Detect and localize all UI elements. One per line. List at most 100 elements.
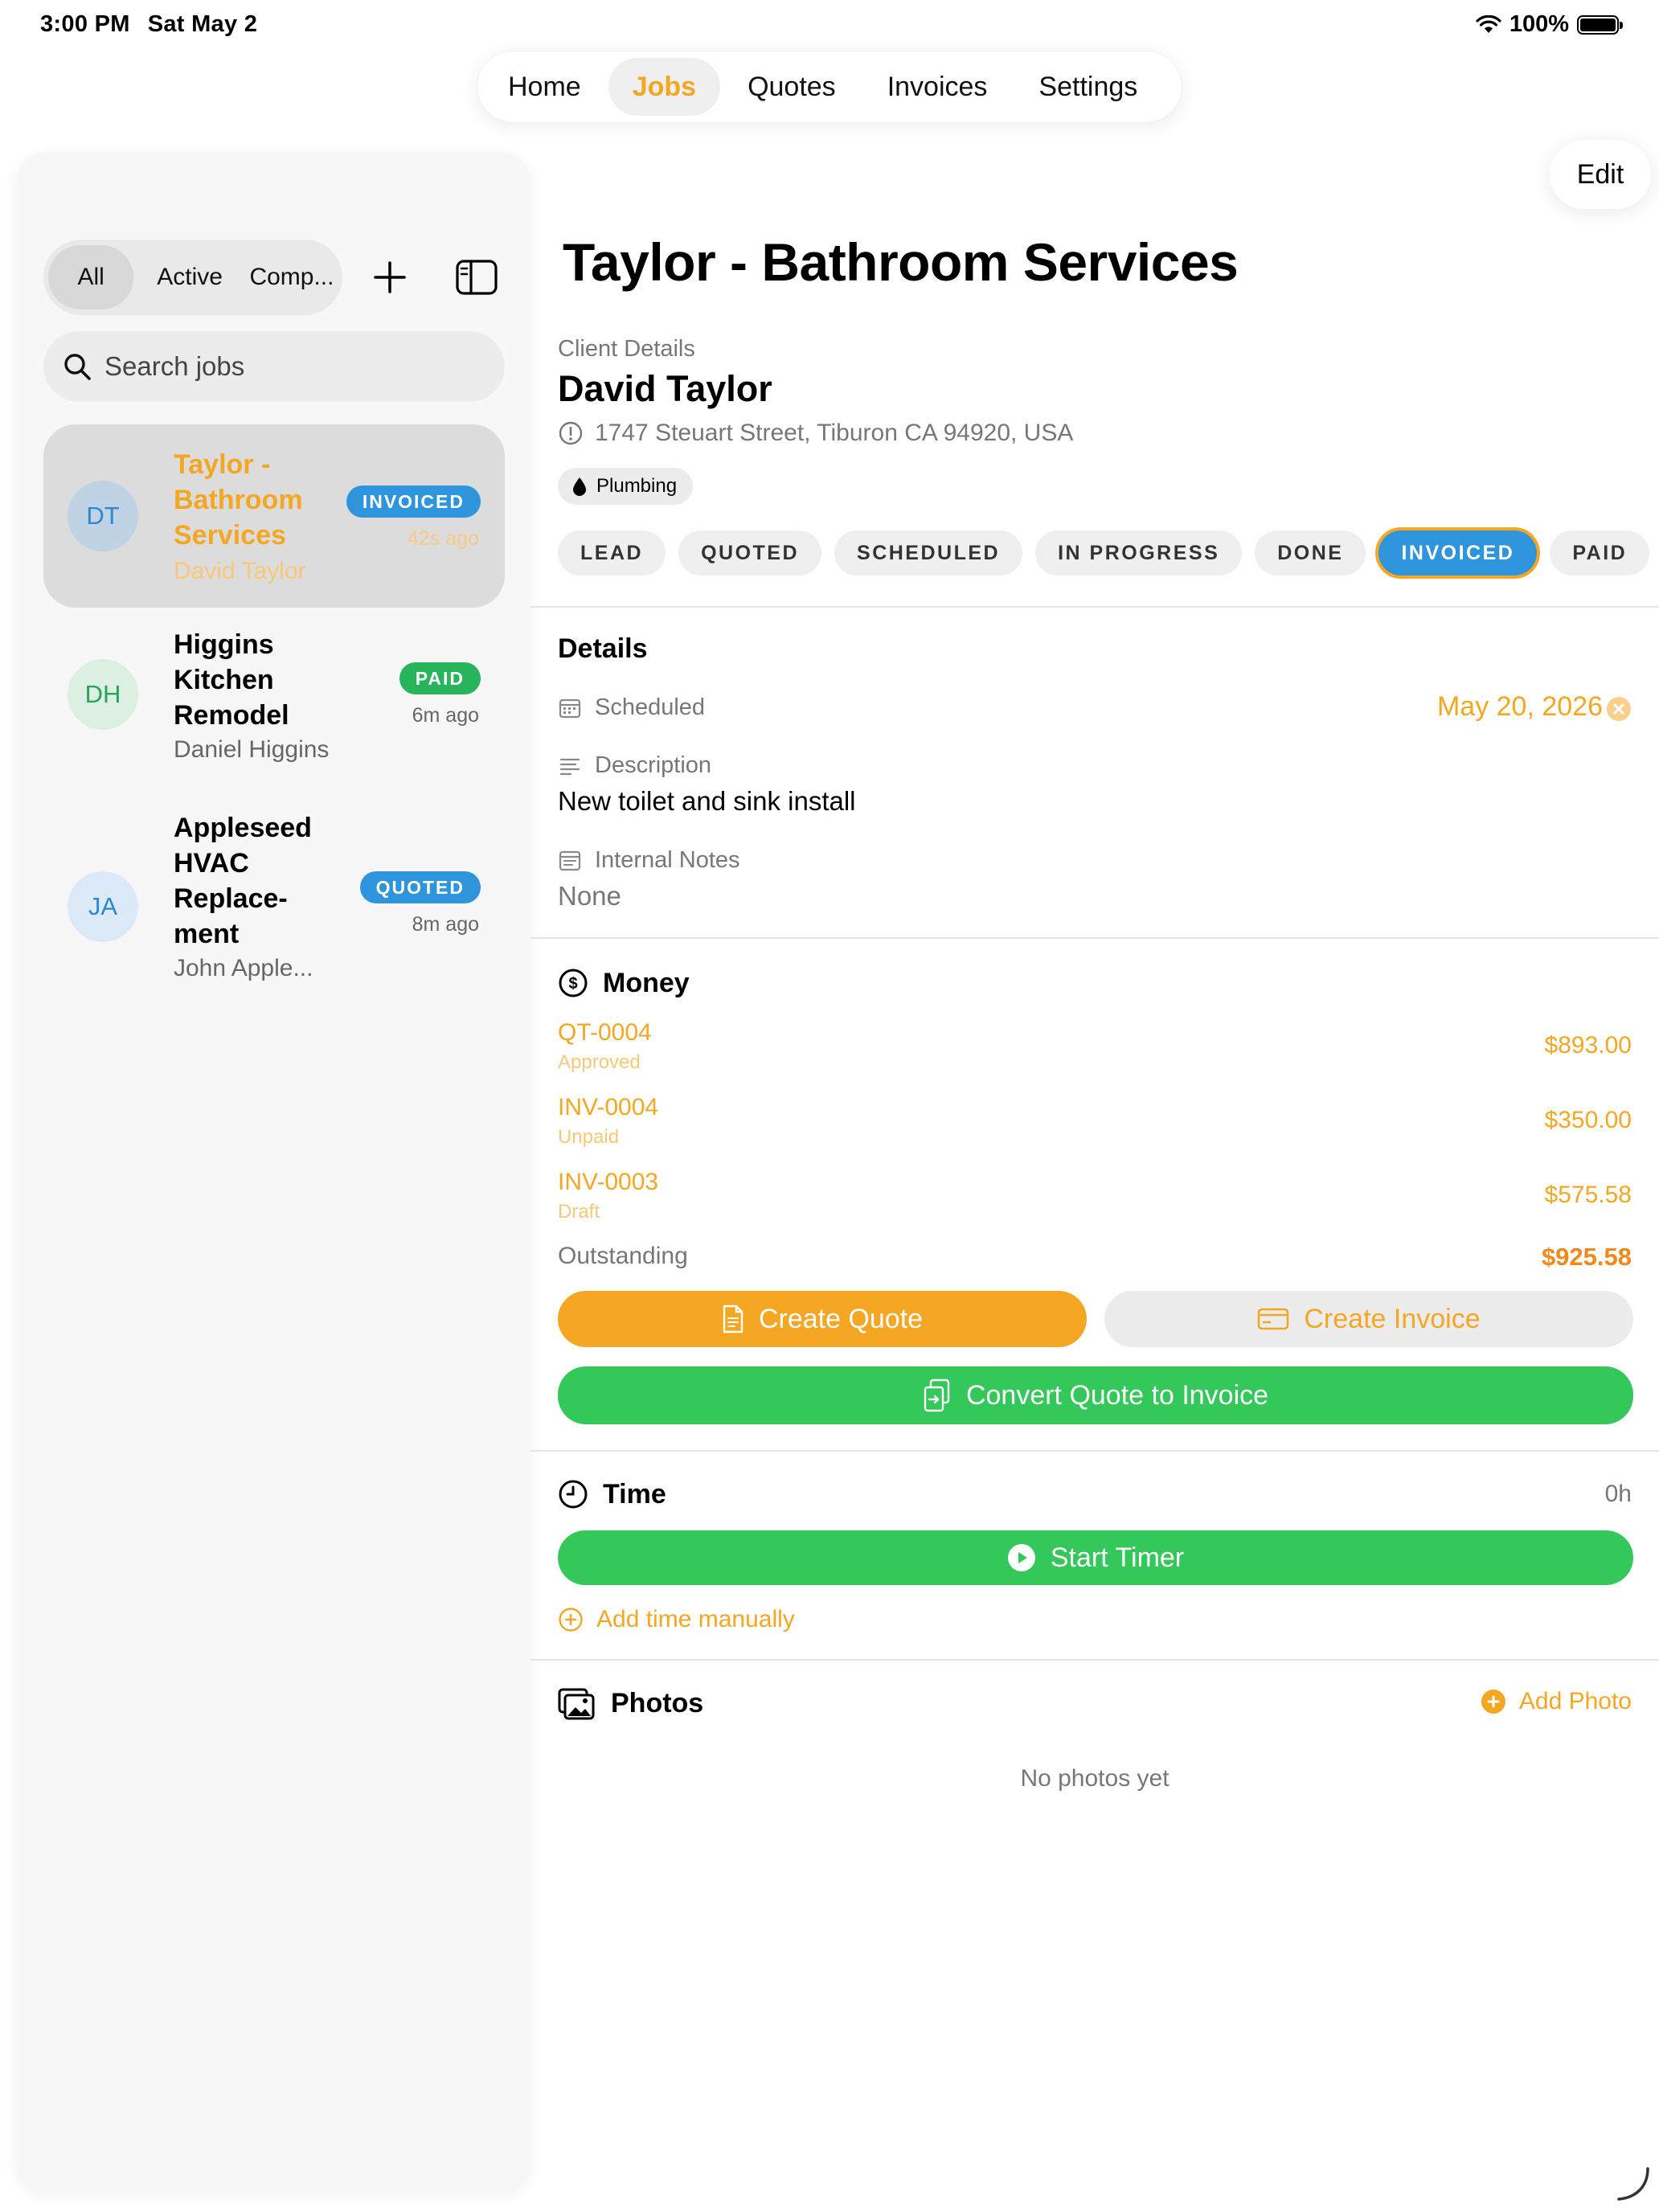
status-bar-time: 3:00 PM Sat May 2 bbox=[40, 11, 257, 38]
clock-icon bbox=[559, 1480, 588, 1509]
plus-circle-filled-icon bbox=[1481, 1690, 1505, 1714]
job-client: John Apple... bbox=[174, 955, 313, 981]
dollar-circle-icon: $ bbox=[559, 969, 588, 997]
plus-icon[interactable] bbox=[368, 256, 412, 299]
job-client: Daniel Higgins bbox=[174, 736, 330, 763]
calendar-icon bbox=[559, 698, 581, 718]
details-title: Details bbox=[558, 633, 648, 664]
avatar: JA bbox=[68, 871, 138, 942]
notes-icon bbox=[559, 850, 581, 870]
status-date: Sat May 2 bbox=[147, 11, 258, 37]
job-time: 42s ago bbox=[408, 527, 479, 550]
credit-card-icon bbox=[1258, 1308, 1289, 1330]
job-title: Higgins Kitchen Remodel bbox=[174, 629, 289, 731]
stage-in-progress[interactable]: IN PROGRESS bbox=[1035, 530, 1243, 576]
convert-quote-button[interactable]: Convert Quote to Invoice bbox=[558, 1366, 1633, 1424]
scheduled-label: Scheduled bbox=[595, 694, 706, 720]
photos-icon bbox=[558, 1688, 595, 1720]
page-title: Taylor - Bathroom Services bbox=[563, 232, 1239, 292]
add-photo-button[interactable]: Add Photo bbox=[1481, 1688, 1632, 1715]
document-status: Draft bbox=[558, 1201, 600, 1223]
document-status: Approved bbox=[558, 1051, 641, 1073]
create-invoice-button[interactable]: Create Invoice bbox=[1104, 1291, 1633, 1347]
document-status: Unpaid bbox=[558, 1126, 620, 1148]
client-address[interactable]: 1747 Steuart Street, Tiburon CA 94920, U… bbox=[558, 420, 1073, 447]
job-list-item[interactable]: JA Appleseed HVAC Replace-ment John Appl… bbox=[43, 810, 505, 1003]
status-badge: INVOICED bbox=[346, 485, 481, 518]
address-text: 1747 Steuart Street, Tiburon CA 94920, U… bbox=[595, 420, 1074, 446]
create-invoice-label: Create Invoice bbox=[1304, 1303, 1481, 1334]
document-id: INV-0004 bbox=[558, 1094, 659, 1120]
document-id: QT-0004 bbox=[558, 1019, 652, 1046]
category-label: Plumbing bbox=[596, 475, 678, 497]
outstanding-label: Outstanding bbox=[558, 1243, 688, 1269]
money-row[interactable]: QT-0004 Approved $893.00 bbox=[558, 1019, 1632, 1083]
notes-row: Internal Notes bbox=[558, 847, 740, 874]
create-quote-button[interactable]: Create Quote bbox=[558, 1291, 1087, 1347]
start-timer-button[interactable]: Start Timer bbox=[558, 1530, 1633, 1585]
time-total: 0h bbox=[1604, 1481, 1632, 1507]
convert-label: Convert Quote to Invoice bbox=[965, 1379, 1269, 1411]
filter-segment: All Active Comp... bbox=[43, 240, 342, 315]
money-row[interactable]: INV-0003 Draft $575.58 bbox=[558, 1169, 1632, 1233]
divider bbox=[530, 1450, 1659, 1452]
add-time-label: Add time manually bbox=[596, 1606, 795, 1632]
money-row[interactable]: INV-0004 Unpaid $350.00 bbox=[558, 1094, 1632, 1158]
divider bbox=[530, 606, 1659, 608]
text-lines-icon bbox=[559, 758, 580, 775]
filter-all[interactable]: All bbox=[48, 245, 134, 309]
status-badge: QUOTED bbox=[359, 871, 481, 903]
category-chip: Plumbing bbox=[558, 468, 694, 505]
status-badge: PAID bbox=[399, 662, 481, 694]
resize-handle-icon[interactable] bbox=[1612, 2164, 1653, 2204]
outstanding-value: $925.58 bbox=[1541, 1243, 1632, 1271]
stage-paid[interactable]: PAID bbox=[1550, 530, 1650, 576]
stage-scheduled[interactable]: SCHEDULED bbox=[834, 530, 1023, 576]
job-title: Appleseed HVAC Replace-ment bbox=[174, 813, 312, 949]
scheduled-date[interactable]: May 20, 2026 bbox=[1437, 691, 1603, 723]
info-icon bbox=[559, 421, 583, 445]
stage-done[interactable]: DONE bbox=[1255, 530, 1366, 576]
start-timer-label: Start Timer bbox=[1050, 1542, 1185, 1573]
status-time: 3:00 PM bbox=[40, 11, 130, 37]
divider bbox=[530, 1659, 1659, 1661]
stage-quoted[interactable]: QUOTED bbox=[678, 530, 822, 576]
document-amount: $350.00 bbox=[1544, 1107, 1632, 1133]
job-time: 6m ago bbox=[412, 704, 479, 727]
client-name[interactable]: David Taylor bbox=[558, 368, 772, 410]
svg-text:$: $ bbox=[568, 975, 577, 993]
avatar: DH bbox=[68, 659, 138, 730]
notes-label: Internal Notes bbox=[595, 847, 740, 873]
job-client: David Taylor bbox=[174, 558, 306, 584]
search-input[interactable] bbox=[104, 351, 474, 382]
photos-empty-text: No photos yet bbox=[1020, 1765, 1169, 1792]
convert-document-icon bbox=[924, 1378, 950, 1412]
create-quote-label: Create Quote bbox=[758, 1303, 924, 1334]
add-time-manually[interactable]: Add time manually bbox=[558, 1606, 795, 1633]
avatar: DT bbox=[68, 481, 138, 551]
job-list-item[interactable]: DH Higgins Kitchen Remodel Daniel Higgin… bbox=[43, 627, 505, 788]
stage-lead[interactable]: LEAD bbox=[558, 530, 666, 576]
description-label: Description bbox=[595, 752, 712, 778]
description-row: Description bbox=[558, 752, 711, 779]
document-icon bbox=[723, 1305, 743, 1333]
notes-value[interactable]: None bbox=[558, 881, 621, 911]
add-photo-label: Add Photo bbox=[1518, 1688, 1632, 1714]
description-value[interactable]: New toilet and sink install bbox=[558, 786, 856, 817]
sidebar-toggle-icon[interactable] bbox=[455, 259, 498, 296]
search-bar bbox=[43, 331, 505, 402]
sidebar: All Active Comp... DT Taylor - Bathroom … bbox=[16, 153, 530, 2194]
job-detail: Taylor - Bathroom Services Client Detail… bbox=[530, 0, 1659, 2212]
plus-circle-icon bbox=[559, 1608, 583, 1632]
job-list-item[interactable]: DT Taylor - Bathroom Services David Tayl… bbox=[43, 424, 505, 608]
document-amount: $893.00 bbox=[1544, 1032, 1632, 1059]
time-title: Time bbox=[603, 1479, 666, 1509]
scheduled-row: Scheduled bbox=[558, 694, 705, 721]
filter-active[interactable]: Active bbox=[133, 245, 246, 309]
filter-completed[interactable]: Comp... bbox=[246, 245, 338, 309]
stage-invoiced[interactable]: INVOICED bbox=[1378, 530, 1538, 576]
scheduled-date-value: May 20, 2026 bbox=[1436, 691, 1603, 722]
search-icon bbox=[64, 354, 91, 380]
job-time: 8m ago bbox=[412, 913, 479, 936]
clear-date-icon[interactable] bbox=[1606, 696, 1632, 722]
